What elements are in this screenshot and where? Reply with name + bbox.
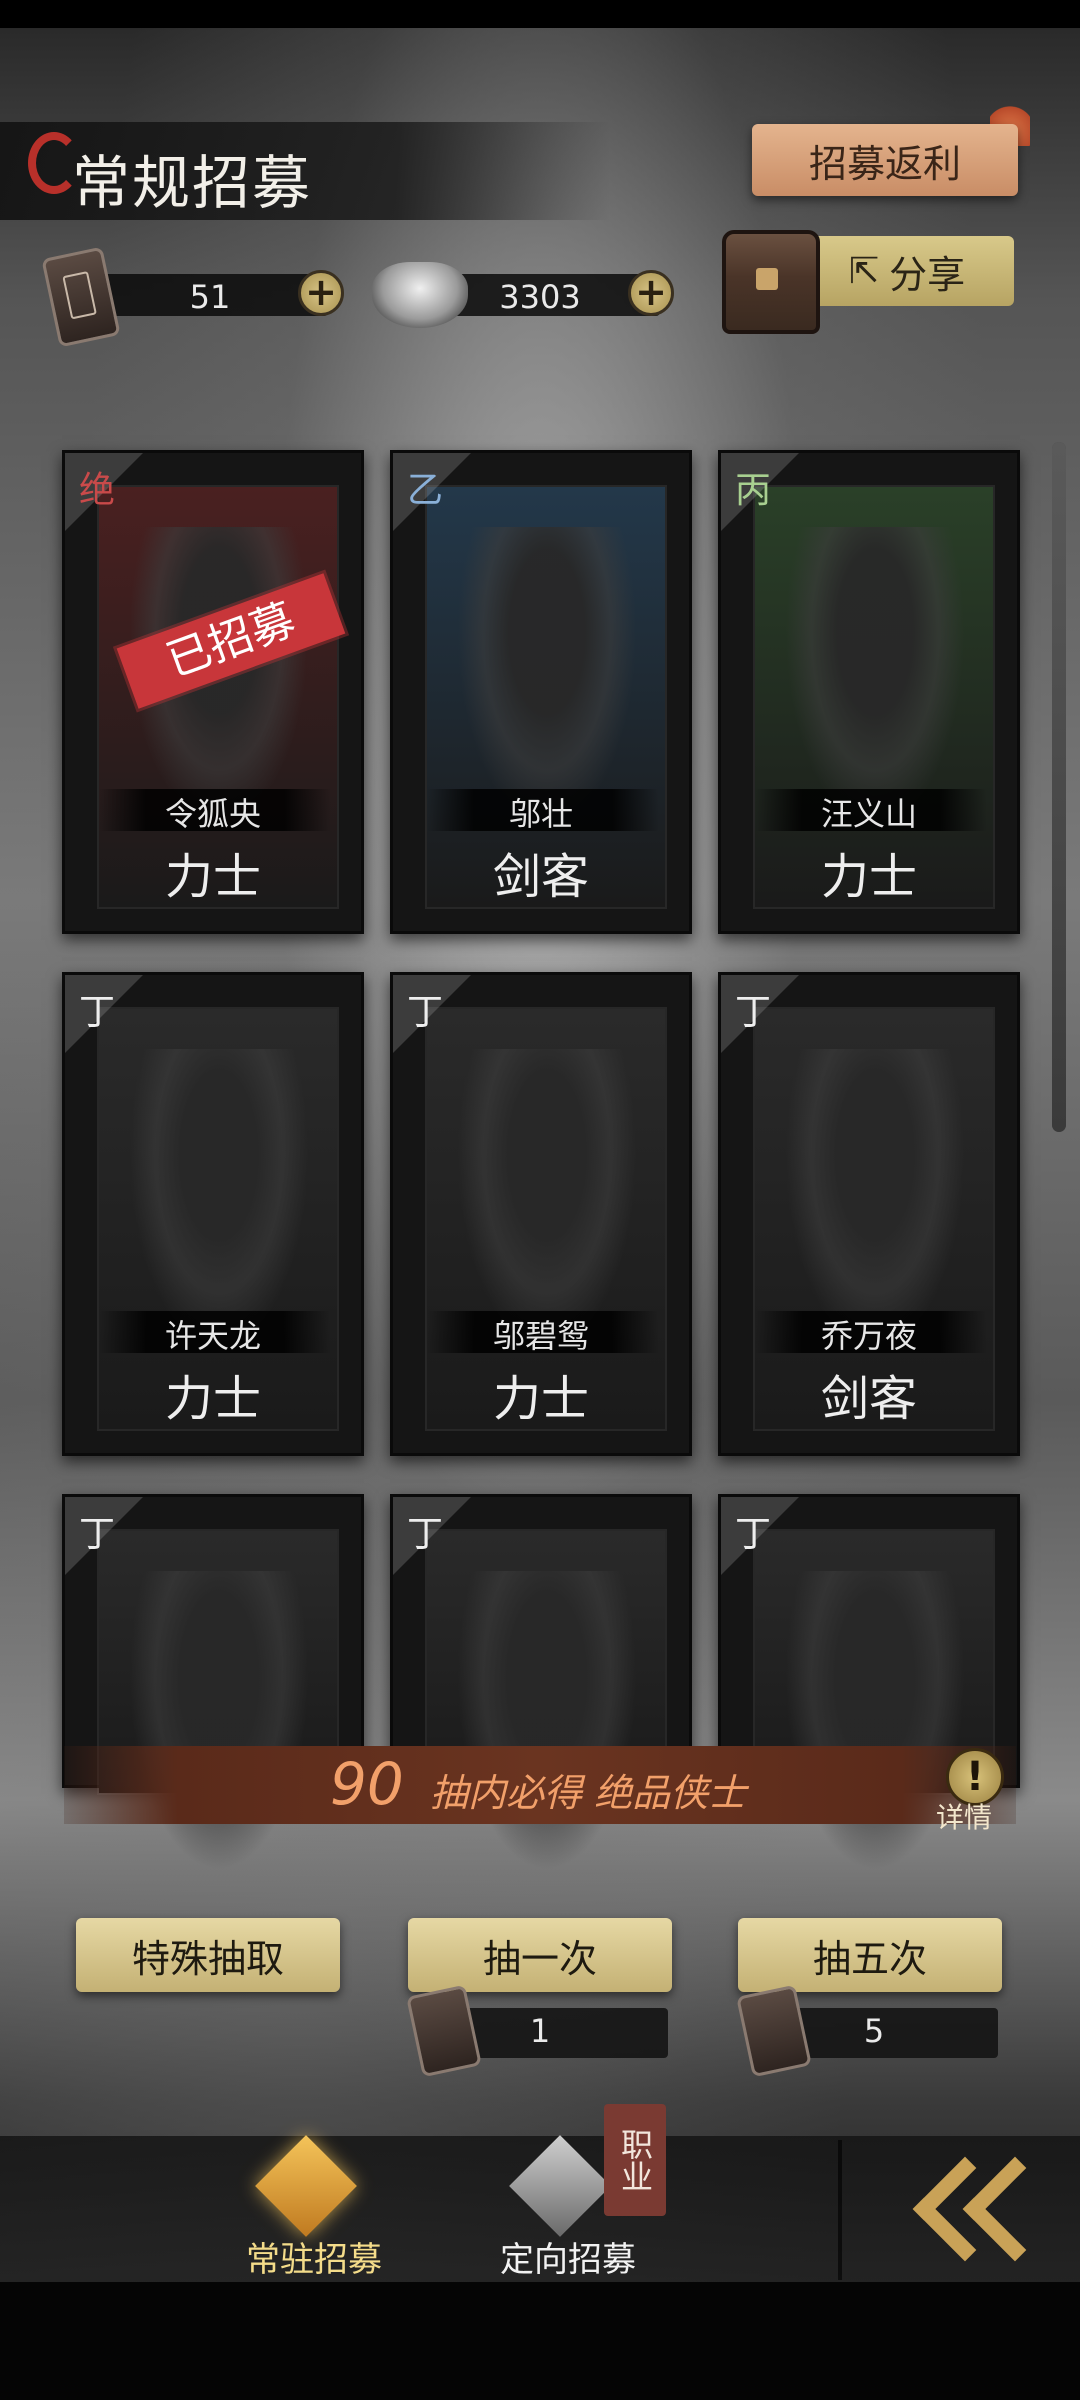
add-silver-button[interactable]: + xyxy=(628,270,674,316)
rank-label: 丁 xyxy=(407,1514,444,1555)
rank-label: 乙 xyxy=(407,470,444,511)
share-icon: ⇱ xyxy=(848,250,880,292)
add-token-button[interactable]: + xyxy=(298,270,344,316)
hero-class: 力士 xyxy=(820,849,917,905)
recruit-card-icon xyxy=(509,2135,611,2237)
share-button[interactable]: ⇱ 分享 xyxy=(800,236,1014,306)
hero-figure xyxy=(129,1571,309,1871)
draw-five-cost: 5 xyxy=(863,2012,885,2050)
hero-name: 乔万夜 xyxy=(820,1317,917,1355)
status-bar xyxy=(0,0,1080,28)
recruit-rebate-button[interactable]: 招募返利 xyxy=(752,124,1018,196)
hero-name: 令狐央 xyxy=(164,795,261,833)
rank-label: 绝 xyxy=(79,470,116,511)
draw-once-cost: 1 xyxy=(529,2012,551,2050)
token-count: 51 xyxy=(189,278,231,316)
hero-card[interactable]: 绝令狐央 力士 已招募 xyxy=(62,450,364,934)
rank-label: 丁 xyxy=(735,992,772,1033)
silver-count: 3303 xyxy=(499,278,581,316)
hero-name: 邬壮 xyxy=(508,795,573,833)
hero-figure xyxy=(129,1049,309,1349)
treasure-chest-icon[interactable] xyxy=(722,230,820,334)
hero-figure xyxy=(457,1571,637,1871)
nav-divider xyxy=(838,2140,842,2280)
rank-label: 丙 xyxy=(735,470,772,511)
hero-class: 剑客 xyxy=(492,849,589,905)
rank-label: 丁 xyxy=(407,992,444,1033)
rank-label: 丁 xyxy=(735,1514,772,1555)
scrollbar-thumb[interactable] xyxy=(1052,442,1066,1132)
draw-once-button[interactable]: 抽一次 xyxy=(408,1918,672,1992)
details-button[interactable]: 详情 xyxy=(936,1796,992,1836)
profession-badge: 职业 xyxy=(604,2104,666,2216)
hero-card[interactable]: 丁 xyxy=(62,1494,364,1871)
hero-card[interactable]: 乙邬壮剑客 xyxy=(390,450,692,934)
hero-name: 许天龙 xyxy=(164,1317,261,1355)
hero-card[interactable]: 丁乔万夜剑客 xyxy=(718,972,1020,1456)
silver-ingot-icon xyxy=(372,262,468,328)
rank-label: 丁 xyxy=(79,992,116,1033)
hero-card[interactable]: 丁许天龙力士 xyxy=(62,972,364,1456)
hero-class: 剑客 xyxy=(820,1371,917,1427)
hero-class: 力士 xyxy=(164,849,261,905)
hero-class: 力士 xyxy=(492,1371,589,1427)
nav-regular-recruit-label[interactable]: 常驻招募 xyxy=(246,2232,382,2281)
hero-card[interactable]: 丙汪义山力士 xyxy=(718,450,1020,934)
recruit-card-icon xyxy=(255,2135,357,2237)
rank-label: 丁 xyxy=(79,1514,116,1555)
draw-five-button[interactable]: 抽五次 xyxy=(738,1918,1002,1992)
collapse-button[interactable] xyxy=(900,2150,1068,2262)
hero-name: 邬碧鸳 xyxy=(492,1317,589,1355)
bottom-bar xyxy=(0,2282,1080,2400)
share-label: 分享 xyxy=(889,252,966,297)
page-title: 常规招募 xyxy=(72,149,313,217)
hero-card[interactable]: 丁 xyxy=(718,1494,1020,1871)
hero-card[interactable]: 丁邬碧鸳力士 xyxy=(390,972,692,1456)
nav-targeted-recruit-label[interactable]: 定向招募 xyxy=(500,2232,636,2281)
pity-text: 抽内必得 绝品侠士 xyxy=(430,1771,747,1815)
pity-count: 90 xyxy=(330,1750,404,1818)
hero-figure xyxy=(457,527,637,827)
hero-class: 力士 xyxy=(164,1371,261,1427)
special-draw-button[interactable]: 特殊抽取 xyxy=(76,1918,340,1992)
hero-name: 汪义山 xyxy=(820,795,917,833)
hero-card[interactable]: 丁 xyxy=(390,1494,692,1871)
hero-figure xyxy=(457,1049,637,1349)
hero-figure xyxy=(785,1049,965,1349)
hero-figure xyxy=(785,527,965,827)
